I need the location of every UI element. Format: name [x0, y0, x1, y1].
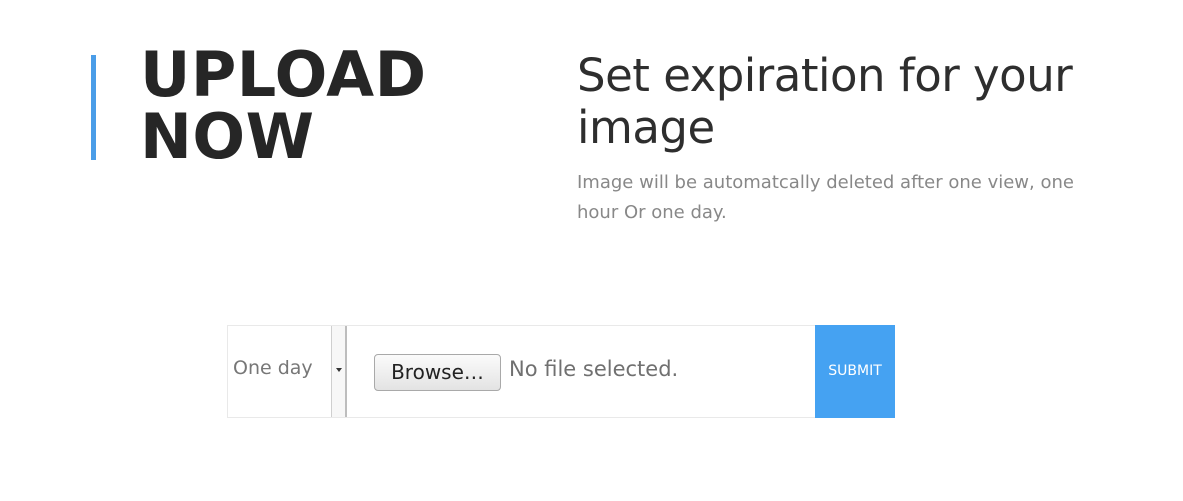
upload-form: One day Browse… No file selected. SUBMIT	[227, 325, 895, 418]
expiration-heading: Set expiration for your image	[577, 49, 1073, 154]
select-dropdown-toggle[interactable]	[331, 326, 345, 417]
expiration-description: Image will be automatcally deleted after…	[577, 172, 1074, 223]
title-line-upload: UPLOAD	[140, 38, 427, 111]
browse-button[interactable]: Browse…	[374, 354, 501, 391]
chevron-down-icon	[336, 368, 342, 372]
title-line-now: NOW	[140, 100, 315, 173]
accent-bar	[91, 55, 96, 160]
expiration-select[interactable]: One day	[228, 326, 347, 417]
expiration-select-value: One day	[233, 357, 313, 379]
upload-now-title: UPLOAD NOW	[140, 44, 427, 168]
file-status-text: No file selected.	[509, 357, 679, 381]
submit-button[interactable]: SUBMIT	[815, 325, 895, 418]
